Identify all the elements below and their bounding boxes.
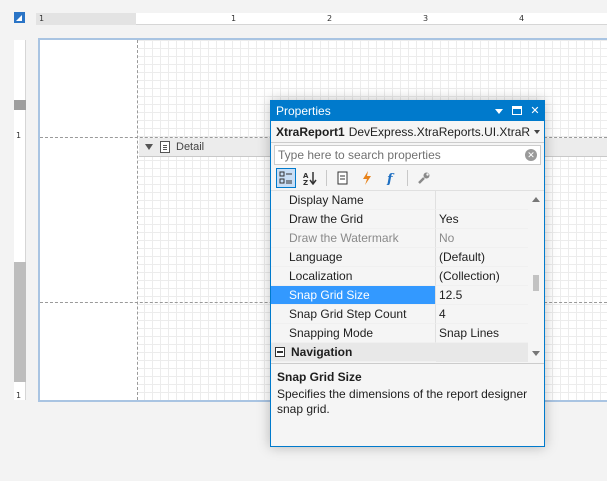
- property-value[interactable]: (Collection): [436, 267, 528, 286]
- property-row[interactable]: Language (Default): [271, 248, 544, 267]
- category-row[interactable]: Navigation: [271, 343, 544, 362]
- svg-text:Z: Z: [303, 179, 308, 185]
- band-selector-handle[interactable]: [14, 100, 26, 110]
- property-grid-scrollbar[interactable]: [528, 191, 544, 363]
- search-input[interactable]: [275, 146, 515, 164]
- ruler-label: 1: [16, 391, 22, 400]
- ruler-margin-area: [36, 13, 136, 25]
- property-row[interactable]: Snap Grid Step Count 4: [271, 305, 544, 324]
- property-value[interactable]: 12.5: [436, 286, 528, 305]
- wrench-icon[interactable]: [414, 168, 434, 188]
- property-name: Snap Grid Step Count: [271, 305, 436, 324]
- property-value[interactable]: Snap Lines: [436, 324, 528, 343]
- property-name: Draw the Grid: [271, 210, 436, 229]
- alphabetical-icon[interactable]: AZ: [300, 168, 320, 188]
- maximize-icon[interactable]: [511, 105, 523, 117]
- property-value[interactable]: Yes: [436, 210, 528, 229]
- properties-window[interactable]: Properties ✕ XtraReport1 DevExpress.XtraR…: [270, 100, 545, 447]
- property-value[interactable]: [436, 191, 528, 210]
- expressions-icon[interactable]: f: [381, 168, 401, 188]
- close-icon[interactable]: ✕: [529, 105, 541, 117]
- ruler-label: 1: [39, 14, 45, 23]
- band-label: Detail: [176, 141, 205, 153]
- property-row[interactable]: Snapping Mode Snap Lines: [271, 324, 544, 343]
- scroll-up-icon[interactable]: [532, 197, 540, 202]
- ruler-corner-icon[interactable]: [14, 12, 25, 23]
- property-name: Snap Grid Size: [271, 286, 436, 305]
- window-title: Properties: [276, 104, 331, 118]
- object-type: DevExpress.XtraReports.UI.XtraRep: [348, 125, 544, 139]
- category-spacer: [436, 343, 528, 362]
- description-title: Snap Grid Size: [277, 370, 362, 384]
- property-description-panel: Snap Grid Size Specifies the dimensions …: [271, 363, 544, 461]
- events-icon[interactable]: [357, 168, 377, 188]
- property-name: Localization: [271, 267, 436, 286]
- property-name: Language: [271, 248, 436, 267]
- collapse-triangle-icon[interactable]: [145, 144, 153, 150]
- categorized-icon[interactable]: [276, 167, 296, 188]
- property-value[interactable]: 4: [436, 305, 528, 324]
- category-name: Navigation: [271, 343, 436, 362]
- object-name: XtraReport1: [276, 125, 345, 139]
- property-name: Display Name: [271, 191, 436, 210]
- svg-text:f: f: [386, 172, 395, 185]
- property-row-selected[interactable]: Snap Grid Size 12.5: [271, 286, 544, 305]
- ruler-label: 3: [423, 14, 429, 23]
- scroll-thumb[interactable]: [533, 275, 539, 291]
- clear-search-icon[interactable]: ✕: [525, 149, 537, 161]
- ruler-label: 2: [327, 14, 333, 23]
- property-row[interactable]: Draw the Watermark No: [271, 229, 544, 248]
- left-margin: [40, 40, 138, 400]
- property-row[interactable]: Localization (Collection): [271, 267, 544, 286]
- ruler-label: 1: [16, 131, 22, 140]
- horizontal-ruler: 1 1 2 3 4: [36, 13, 607, 25]
- property-name: Snapping Mode: [271, 324, 436, 343]
- toolbar-separator: [326, 169, 327, 186]
- property-value[interactable]: (Default): [436, 248, 528, 267]
- properties-toolbar: AZ f: [271, 165, 544, 191]
- band-document-icon: [160, 141, 170, 153]
- property-search[interactable]: ✕: [274, 145, 541, 165]
- scroll-down-icon[interactable]: [532, 351, 540, 356]
- property-row[interactable]: Display Name: [271, 191, 544, 210]
- property-pages-icon[interactable]: [333, 168, 353, 188]
- property-grid[interactable]: Display Name Draw the Grid Yes Draw the …: [271, 191, 544, 363]
- property-row[interactable]: Draw the Grid Yes: [271, 210, 544, 229]
- ruler-label: 4: [519, 14, 525, 23]
- collapse-icon[interactable]: [275, 347, 285, 357]
- toolbar-separator: [407, 169, 408, 186]
- description-text: Specifies the dimensions of the report d…: [277, 387, 528, 416]
- window-menu-icon[interactable]: [493, 105, 505, 117]
- property-value[interactable]: No: [436, 229, 528, 248]
- ruler-label: 1: [231, 14, 237, 23]
- property-name: Draw the Watermark: [271, 229, 436, 248]
- chevron-down-icon[interactable]: [530, 121, 544, 142]
- band-selector-handle[interactable]: [14, 262, 26, 382]
- properties-title-bar[interactable]: Properties ✕: [271, 101, 544, 121]
- object-selector[interactable]: XtraReport1 DevExpress.XtraReports.UI.Xtr…: [271, 121, 544, 143]
